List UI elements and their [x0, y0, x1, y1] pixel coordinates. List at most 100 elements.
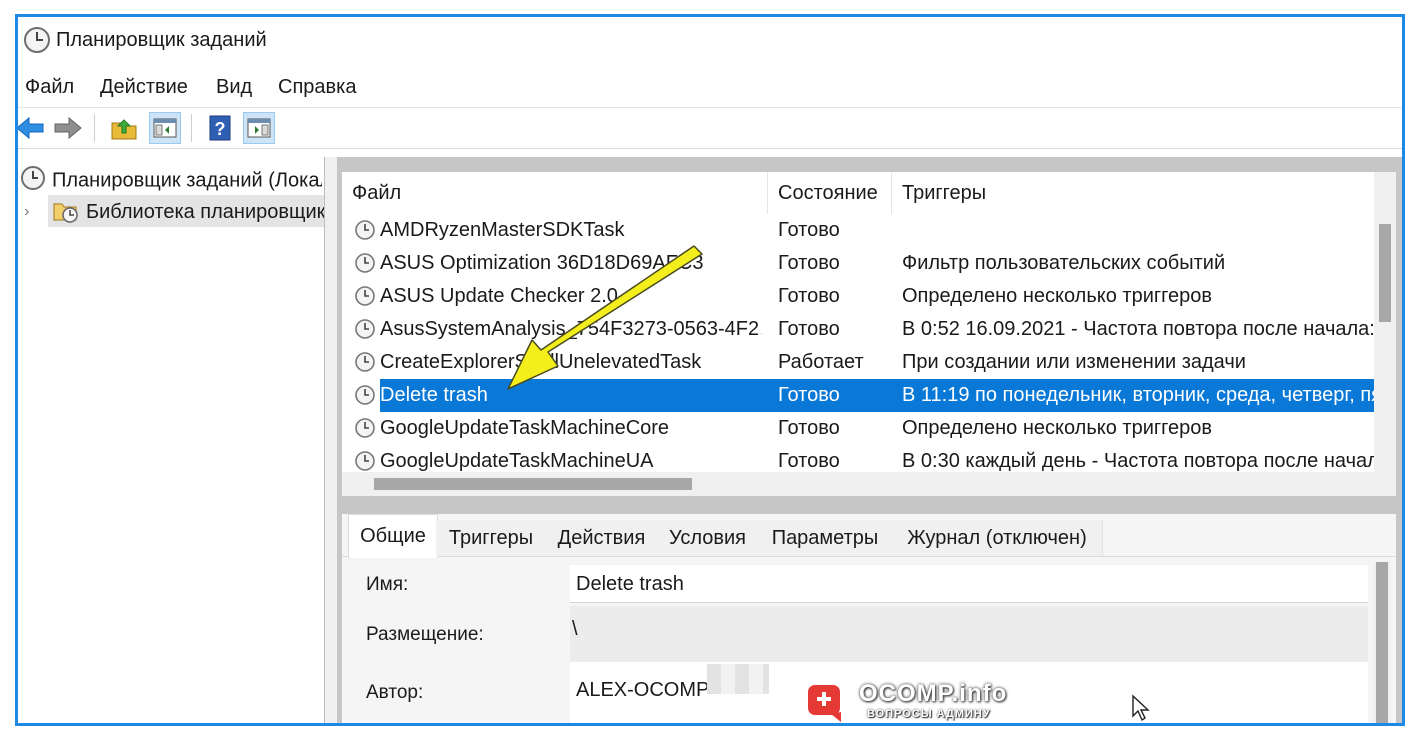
table-row[interactable]: AMDRyzenMasterSDKTask Готово — [342, 214, 1374, 247]
task-name: ASUS Optimization 36D18D69AFC3 — [380, 252, 704, 274]
mouse-cursor-icon — [1132, 694, 1150, 722]
task-clock-icon — [354, 417, 376, 445]
task-status: Готово — [778, 384, 840, 406]
task-triggers — [902, 214, 1374, 247]
task-triggers: В 0:52 16.09.2021 - Частота повтора посл… — [902, 318, 1374, 340]
watermark-brand: OCOMP.info — [859, 680, 1008, 707]
show-hide-console-tree-icon[interactable] — [149, 112, 181, 144]
blurred-text — [707, 664, 769, 694]
task-status: Готово — [778, 252, 840, 274]
details-vscroll-thumb[interactable] — [1376, 562, 1388, 723]
toolbar-separator — [94, 114, 95, 142]
menu-action[interactable]: Действие — [100, 76, 188, 99]
menu-file[interactable]: Файл — [25, 76, 74, 99]
task-list-hscroll[interactable] — [342, 472, 1396, 496]
chevron-right-icon[interactable]: › — [24, 203, 29, 221]
toolbar-separator — [191, 114, 192, 142]
folder-clock-icon — [52, 198, 80, 227]
task-name: AsusSystemAnalysis_754F3273-0563-4F2… — [380, 318, 762, 340]
svg-text:?: ? — [215, 119, 226, 139]
task-triggers: В 0:30 каждый день - Частота повтора пос… — [902, 450, 1374, 472]
task-clock-icon — [354, 219, 376, 247]
back-icon[interactable] — [18, 112, 46, 144]
table-row[interactable]: GoogleUpdateTaskMachineCore Готово Определ… — [342, 412, 1374, 445]
task-status: Готово — [778, 219, 840, 241]
task-triggers: При создании или изменении задачи — [902, 351, 1246, 373]
task-status: Готово — [778, 318, 840, 340]
task-status: Готово — [778, 417, 840, 439]
forward-icon[interactable] — [52, 112, 84, 144]
task-clock-icon — [354, 252, 376, 280]
task-rows: AMDRyzenMasterSDKTask Готово ASUS Optimiza… — [342, 214, 1374, 472]
task-pane: Файл Состояние Триггеры AMDRyzenMasterSD… — [337, 157, 1402, 723]
task-clock-icon — [354, 450, 376, 472]
clock-icon — [20, 165, 46, 197]
tree-root-label: Планировщик заданий (Локальный) — [52, 169, 322, 192]
column-header: Файл Состояние Триггеры — [342, 172, 1374, 214]
task-triggers: Фильтр пользовательских событий — [902, 252, 1226, 274]
table-row[interactable]: AsusSystemAnalysis_754F3273-0563-4F2… Гот… — [342, 313, 1374, 346]
menu-bar: Файл Действие Вид Справка — [18, 67, 1402, 108]
window-title: Планировщик заданий — [56, 29, 267, 51]
column-triggers[interactable]: Триггеры — [892, 172, 1374, 214]
tab-actions[interactable]: Действия — [546, 520, 658, 556]
tree-library[interactable]: Библиотека планировщика заданий — [48, 195, 324, 227]
task-name: Delete trash — [380, 384, 488, 406]
tab-settings[interactable]: Параметры — [758, 520, 893, 556]
tree-library-label: Библиотека планировщика заданий — [86, 201, 324, 223]
tab-general[interactable]: Общие — [348, 514, 438, 558]
column-status[interactable]: Состояние — [768, 172, 892, 214]
task-triggers: Определено несколько триггеров — [902, 417, 1213, 439]
task-status: Готово — [778, 285, 840, 307]
menu-view[interactable]: Вид — [216, 76, 252, 99]
task-clock-icon — [354, 384, 376, 412]
task-scheduler-window: Планировщик заданий Файл Действие Вид Сп… — [15, 14, 1405, 726]
task-list: Файл Состояние Триггеры AMDRyzenMasterSD… — [342, 172, 1396, 496]
author-label: Автор: — [366, 682, 424, 703]
hscroll-thumb[interactable] — [374, 478, 692, 490]
help-icon[interactable]: ? — [204, 112, 236, 144]
table-row[interactable]: ASUS Optimization 36D18D69AFC3 Готово Филь… — [342, 247, 1374, 280]
task-name: GoogleUpdateTaskMachineCore — [380, 417, 670, 439]
location-label: Размещение: — [366, 624, 484, 645]
menu-help[interactable]: Справка — [278, 76, 356, 99]
watermark: OCOMP.info ВОПРОСЫ АДМИНУ — [795, 678, 1025, 729]
location-value[interactable]: \ — [572, 618, 578, 641]
task-triggers: В 11:19 по понедельник, вторник, среда, … — [902, 384, 1374, 406]
column-file[interactable]: Файл — [342, 172, 768, 214]
console-tree: Планировщик заданий (Локальный) › Библио… — [18, 157, 325, 723]
location-field-bg — [570, 606, 1368, 662]
name-label: Имя: — [366, 574, 409, 595]
task-clock-icon — [354, 285, 376, 313]
task-list-vscroll[interactable] — [1374, 172, 1396, 472]
name-field[interactable]: Delete trash — [570, 565, 1368, 603]
toolbar: ? — [18, 108, 1402, 149]
show-hide-action-pane-icon[interactable] — [243, 112, 275, 144]
task-triggers: Определено несколько триггеров — [902, 285, 1213, 307]
task-name: CreateExplorerShellUnelevatedTask — [380, 351, 702, 373]
task-status: Готово — [778, 450, 840, 472]
tab-triggers[interactable]: Триггеры — [436, 520, 547, 556]
pane-splitter[interactable] — [325, 157, 337, 723]
details-tabs: Общие Триггеры Действия Условия Параметр… — [342, 514, 1396, 558]
table-row[interactable]: GoogleUpdateTaskMachineUA Готово В 0:30 ка… — [342, 445, 1374, 472]
tab-history[interactable]: Журнал (отключен) — [892, 520, 1103, 556]
details-vscroll[interactable] — [1373, 562, 1391, 723]
table-row[interactable]: CreateExplorerShellUnelevatedTask Работае… — [342, 346, 1374, 379]
folder-up-icon[interactable] — [108, 112, 140, 144]
vscroll-thumb[interactable] — [1379, 224, 1391, 322]
clock-icon — [23, 26, 51, 59]
table-row[interactable]: ASUS Update Checker 2.0 Готово Определено … — [342, 280, 1374, 313]
task-name: ASUS Update Checker 2.0 — [380, 285, 618, 307]
title-bar[interactable]: Планировщик заданий — [18, 17, 1402, 67]
author-value[interactable]: ALEX-OCOMP — [576, 679, 709, 702]
tree-root[interactable]: Планировщик заданий (Локальный) — [20, 165, 322, 197]
task-status: Работает — [778, 351, 864, 373]
watermark-tagline: ВОПРОСЫ АДМИНУ — [867, 708, 991, 720]
task-name: AMDRyzenMasterSDKTask — [380, 219, 625, 241]
task-name: GoogleUpdateTaskMachineUA — [380, 450, 654, 472]
tab-conditions[interactable]: Условия — [657, 520, 759, 556]
task-clock-icon — [354, 318, 376, 346]
task-clock-icon — [354, 351, 376, 379]
table-row[interactable]: Delete trash Готово В 11:19 по понедельник… — [342, 379, 1374, 412]
